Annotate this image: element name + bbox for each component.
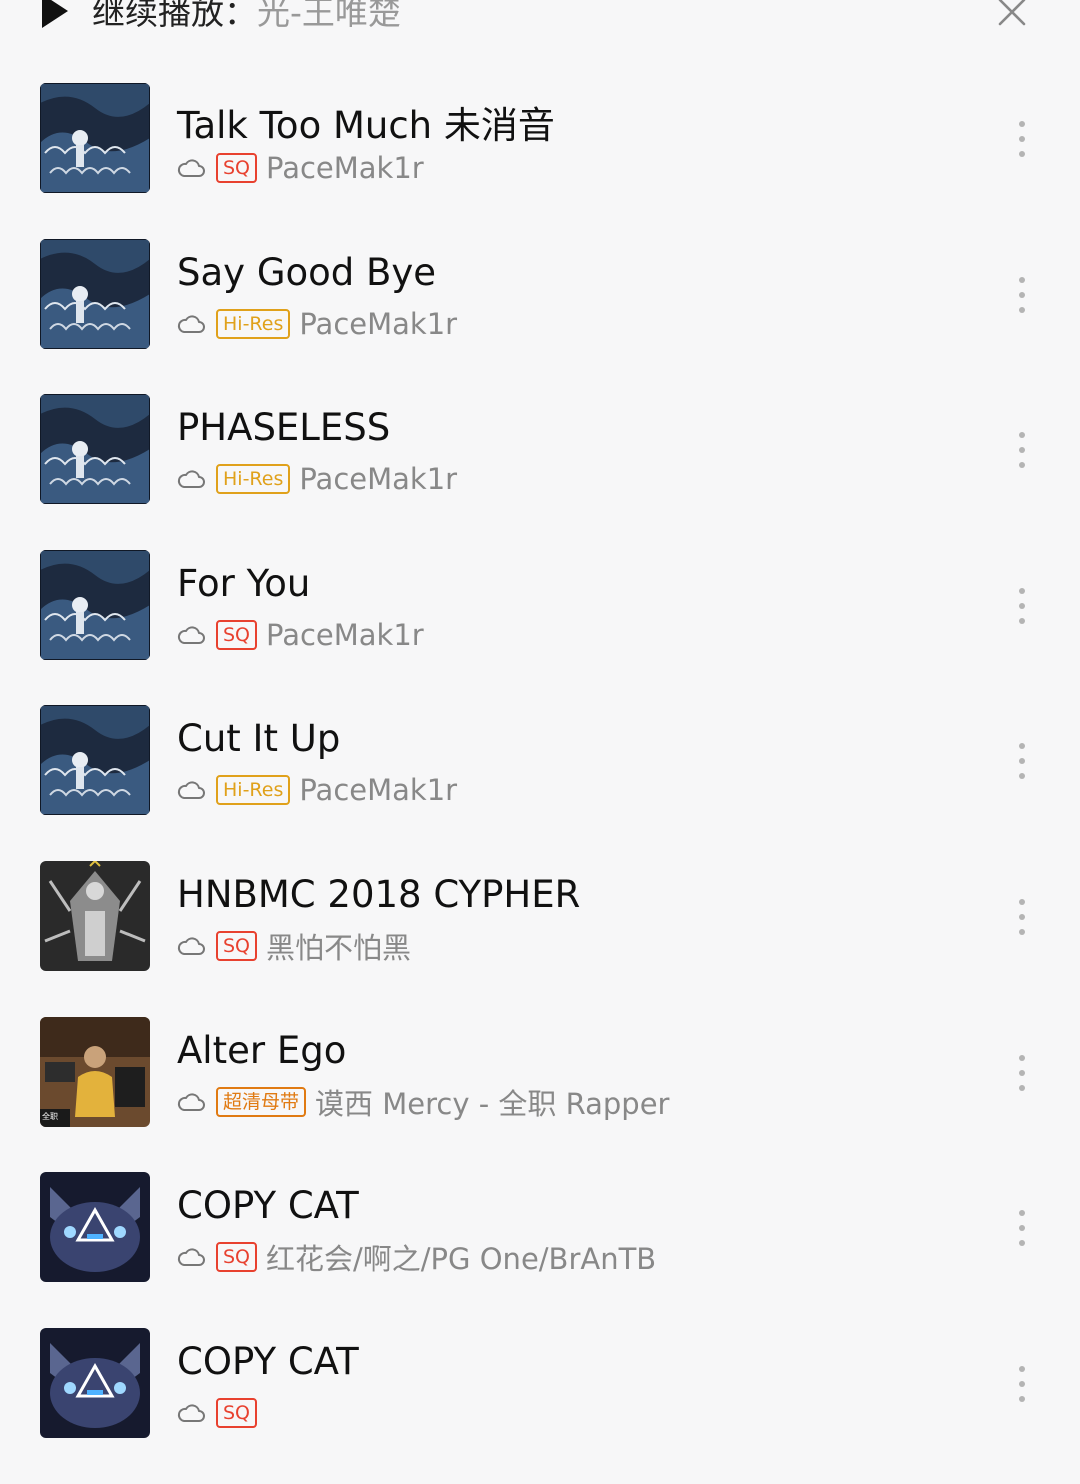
quality-badge: SQ: [216, 620, 258, 650]
song-meta: 超清母带 谟西 Mercy - 全职 Rapper: [176, 1085, 669, 1121]
more-options-icon[interactable]: [1016, 432, 1028, 472]
more-options-icon[interactable]: [1016, 743, 1028, 783]
song-row[interactable]: COPY CAT SQ: [0, 1328, 1080, 1484]
song-artist: PaceMak1r: [266, 618, 424, 652]
song-title: HNBMC 2018 CYPHER: [177, 873, 581, 916]
song-meta: SQ 红花会/啊之/PG One/BrAnTB: [176, 1240, 656, 1276]
song-row[interactable]: 全职 Alter Ego 超清母带 谟西 Mercy - 全职 Rapper: [0, 1017, 1080, 1173]
more-options-icon[interactable]: [1016, 1366, 1028, 1406]
playlist-source: 光-王唯楚: [257, 0, 401, 32]
song-artist: PaceMak1r: [299, 307, 458, 341]
song-row[interactable]: For You SQ PaceMak1r: [0, 550, 1080, 706]
close-icon[interactable]: [996, 0, 1028, 28]
album-cover: [40, 1328, 150, 1438]
song-meta: Hi-Res PaceMak1r: [176, 307, 457, 341]
quality-badge: Hi-Res: [216, 464, 291, 494]
cloud-icon: [177, 781, 205, 799]
song-title: COPY CAT: [177, 1340, 359, 1383]
album-cover: [40, 861, 150, 971]
song-title: PHASELESS: [177, 406, 391, 449]
song-row[interactable]: Say Good Bye Hi-Res PaceMak1r: [0, 239, 1080, 395]
svg-text:全职: 全职: [42, 1111, 58, 1121]
song-title: Talk Too Much 未消音: [177, 104, 555, 147]
song-title: Cut It Up: [177, 717, 341, 760]
song-meta: Hi-Res PaceMak1r: [176, 773, 457, 807]
song-meta: Hi-Res PaceMak1r: [176, 462, 457, 496]
quality-badge: SQ: [216, 931, 258, 961]
song-title: COPY CAT: [177, 1184, 359, 1227]
quality-badge: Hi-Res: [216, 775, 291, 805]
cloud-icon: [177, 937, 205, 955]
song-meta: SQ PaceMak1r: [176, 151, 424, 185]
play-icon[interactable]: [42, 0, 68, 28]
cloud-icon: [177, 315, 205, 333]
cloud-icon: [177, 470, 205, 488]
song-row[interactable]: HNBMC 2018 CYPHER SQ 黑怕不怕黑: [0, 861, 1080, 1017]
cloud-icon: [177, 1248, 205, 1266]
cloud-icon: [177, 626, 205, 644]
cloud-icon: [177, 1404, 205, 1422]
song-meta: SQ: [176, 1396, 266, 1430]
more-options-icon[interactable]: [1016, 1055, 1028, 1095]
more-options-icon[interactable]: [1016, 1210, 1028, 1250]
song-row[interactable]: PHASELESS Hi-Res PaceMak1r: [0, 394, 1080, 550]
album-cover: [40, 1172, 150, 1282]
album-cover: [40, 705, 150, 815]
song-row[interactable]: COPY CAT SQ 红花会/啊之/PG One/BrAnTB: [0, 1172, 1080, 1328]
continue-play-bar[interactable]: 继续播放：光-王唯楚: [0, 0, 1080, 40]
album-cover: [40, 550, 150, 660]
song-artist: 红花会/啊之/PG One/BrAnTB: [266, 1242, 657, 1276]
quality-badge: 超清母带: [216, 1087, 307, 1117]
song-artist: 黑怕不怕黑: [266, 931, 412, 965]
cloud-icon: [177, 1093, 205, 1111]
song-artist: PaceMak1r: [299, 773, 458, 807]
song-artist: 谟西 Mercy - 全职 Rapper: [315, 1087, 670, 1121]
cloud-icon: [177, 159, 205, 177]
more-options-icon[interactable]: [1016, 588, 1028, 628]
song-title: Alter Ego: [177, 1029, 347, 1072]
quality-badge: Hi-Res: [216, 309, 291, 339]
song-artist: PaceMak1r: [299, 462, 458, 496]
song-title: For You: [177, 562, 311, 605]
continue-play-label: 继续播放：: [92, 0, 257, 32]
album-cover: 全职: [40, 1017, 150, 1127]
album-cover: [40, 83, 150, 193]
continue-play-title: 继续播放：光-王唯楚: [92, 0, 401, 34]
song-meta: SQ PaceMak1r: [176, 618, 424, 652]
album-cover: [40, 239, 150, 349]
quality-badge: SQ: [216, 1398, 258, 1428]
song-meta: SQ 黑怕不怕黑: [176, 929, 411, 965]
album-cover: [40, 394, 150, 504]
more-options-icon[interactable]: [1016, 899, 1028, 939]
more-options-icon[interactable]: [1016, 121, 1028, 161]
song-artist: PaceMak1r: [266, 151, 424, 185]
song-title: Say Good Bye: [177, 251, 437, 294]
more-options-icon[interactable]: [1016, 277, 1028, 317]
song-row[interactable]: Talk Too Much 未消音 SQ PaceMak1r: [0, 83, 1080, 239]
quality-badge: SQ: [216, 1242, 258, 1272]
quality-badge: SQ: [216, 153, 258, 183]
song-row[interactable]: Cut It Up Hi-Res PaceMak1r: [0, 705, 1080, 861]
